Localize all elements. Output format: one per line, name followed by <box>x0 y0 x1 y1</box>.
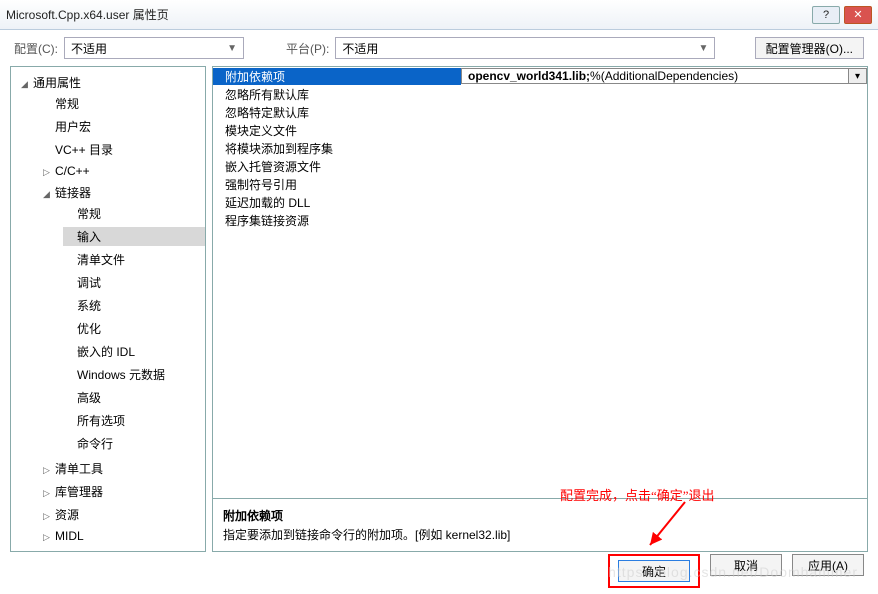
tree-item[interactable]: 用户宏 <box>33 115 205 138</box>
grid-label: 延迟加载的 DLL <box>213 194 461 211</box>
watermark: https://blog.csdn.net/Doomhammer <box>608 564 858 580</box>
tree-item[interactable]: 清单工具 <box>33 457 205 480</box>
grid-row[interactable]: 将模块添加到程序集 <box>213 139 867 157</box>
tree-item[interactable]: 输入 <box>55 225 205 248</box>
grid-label: 忽略特定默认库 <box>213 104 461 121</box>
dropdown-icon[interactable]: ▾ <box>848 69 866 83</box>
grid-row[interactable]: 附加依赖项opencv_world341.lib;%(AdditionalDep… <box>213 67 867 85</box>
chevron-down-icon: ▼ <box>698 43 708 54</box>
tree-item[interactable]: 调试 <box>55 271 205 294</box>
description-panel: 附加依赖项 指定要添加到链接命令行的附加项。[例如 kernel32.lib] <box>212 499 868 552</box>
tree-item[interactable]: 常规 <box>55 202 205 225</box>
tree-item[interactable]: 所有选项 <box>55 409 205 432</box>
property-tree[interactable]: 通用属性 常规用户宏VC++ 目录C/C++链接器常规输入清单文件调试系统优化嵌… <box>10 66 206 552</box>
grid-label: 程序集链接资源 <box>213 212 461 229</box>
grid-label: 附加依赖项 <box>213 68 461 85</box>
chevron-down-icon: ▼ <box>227 43 237 54</box>
grid-row[interactable]: 程序集链接资源 <box>213 211 867 229</box>
tree-item[interactable]: 系统 <box>55 294 205 317</box>
help-button[interactable]: ? <box>812 6 840 24</box>
annotation-text: 配置完成，点击“确定”退出 <box>560 485 715 504</box>
description-text: 指定要添加到链接命令行的附加项。[例如 kernel32.lib] <box>223 526 857 543</box>
grid-value[interactable]: opencv_world341.lib;%(AdditionalDependen… <box>461 68 867 84</box>
tree-item[interactable]: XML 文档生成器 <box>33 546 205 552</box>
grid-row[interactable]: 忽略特定默认库 <box>213 103 867 121</box>
grid-label: 模块定义文件 <box>213 122 461 139</box>
grid-label: 强制符号引用 <box>213 176 461 193</box>
config-label: 配置(C): <box>14 40 58 57</box>
tree-item[interactable]: C/C++ <box>33 161 205 181</box>
toolbar: 配置(C): 不适用 ▼ 平台(P): 不适用 ▼ 配置管理器(O)... <box>0 30 878 66</box>
grid-row[interactable]: 模块定义文件 <box>213 121 867 139</box>
tree-item[interactable]: VC++ 目录 <box>33 138 205 161</box>
tree-root[interactable]: 通用属性 常规用户宏VC++ 目录C/C++链接器常规输入清单文件调试系统优化嵌… <box>11 71 205 552</box>
tree-item[interactable]: 高级 <box>55 386 205 409</box>
tree-item[interactable]: 常规 <box>33 92 205 115</box>
close-button[interactable]: ✕ <box>844 6 872 24</box>
tree-item[interactable]: 嵌入的 IDL <box>55 340 205 363</box>
tree-item[interactable]: MIDL <box>33 526 205 546</box>
tree-item[interactable]: 清单文件 <box>55 248 205 271</box>
tree-item[interactable]: 优化 <box>55 317 205 340</box>
tree-item[interactable]: Windows 元数据 <box>55 363 205 386</box>
tree-item[interactable]: 链接器常规输入清单文件调试系统优化嵌入的 IDLWindows 元数据高级所有选… <box>33 181 205 457</box>
grid-label: 忽略所有默认库 <box>213 86 461 103</box>
title-bar: Microsoft.Cpp.x64.user 属性页 ? ✕ <box>0 0 878 30</box>
tree-item[interactable]: 库管理器 <box>33 480 205 503</box>
grid-row[interactable]: 忽略所有默认库 <box>213 85 867 103</box>
grid-label: 嵌入托管资源文件 <box>213 158 461 175</box>
description-title: 附加依赖项 <box>223 507 857 524</box>
tree-item[interactable]: 命令行 <box>55 432 205 455</box>
property-grid[interactable]: 附加依赖项opencv_world341.lib;%(AdditionalDep… <box>212 66 868 499</box>
grid-row[interactable]: 延迟加载的 DLL <box>213 193 867 211</box>
config-combo[interactable]: 不适用 ▼ <box>64 37 244 59</box>
grid-row[interactable]: 嵌入托管资源文件 <box>213 157 867 175</box>
grid-row[interactable]: 强制符号引用 <box>213 175 867 193</box>
window-title: Microsoft.Cpp.x64.user 属性页 <box>6 6 169 23</box>
config-manager-button[interactable]: 配置管理器(O)... <box>755 37 864 59</box>
grid-label: 将模块添加到程序集 <box>213 140 461 157</box>
tree-item[interactable]: 资源 <box>33 503 205 526</box>
platform-combo[interactable]: 不适用 ▼ <box>335 37 715 59</box>
platform-label: 平台(P): <box>286 40 329 57</box>
